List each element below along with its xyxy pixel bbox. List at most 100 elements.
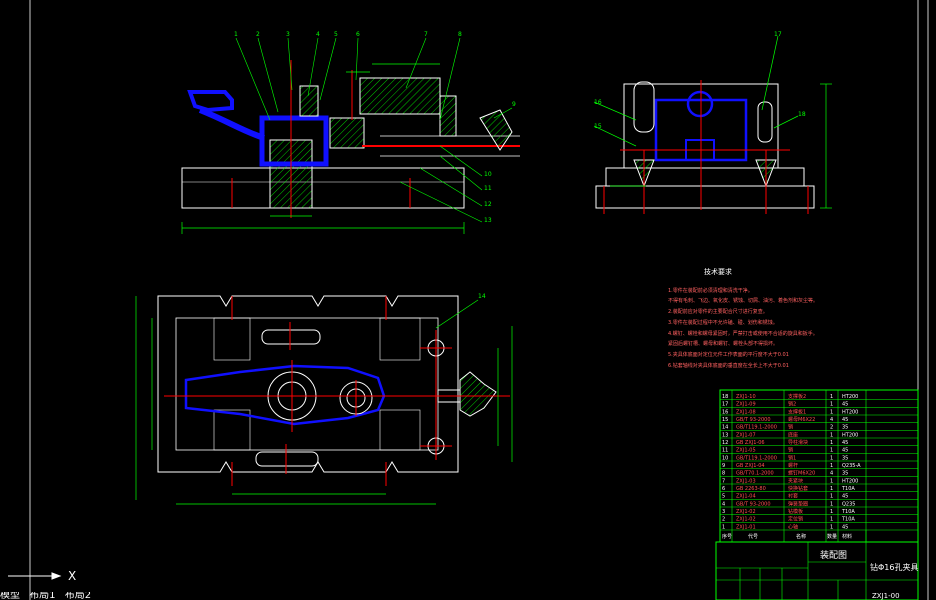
parts-cell-mat: T10A — [841, 517, 855, 523]
parts-cell-code: GB/T 93-2000 — [736, 501, 771, 507]
parts-cell-code: GB/T 93-2000 — [736, 417, 771, 423]
parts-cell-code: GB ZXJ1-04 — [736, 463, 765, 469]
parts-cell-no: 6 — [722, 486, 725, 492]
parts-cell-qty: 1 — [830, 494, 833, 500]
parts-cell-code: ZXJ1-02 — [736, 509, 756, 515]
ucs-icon: X — [8, 569, 76, 583]
front-balloon-2: 2 — [256, 31, 260, 38]
front-balloon-10: 10 — [484, 171, 492, 178]
front-balloon-13: 13 — [484, 217, 492, 224]
parts-cell-qty: 1 — [830, 478, 833, 484]
parts-cell-no: 4 — [722, 501, 725, 507]
parts-cell-no: 18 — [722, 394, 728, 400]
parts-cell-name: 底座 — [788, 431, 798, 438]
front-balloon-9: 9 — [512, 101, 516, 108]
tech-req-line-8: 6.钻套轴线对夹具体底面的垂直度在全长上不大于0.01 — [668, 362, 789, 369]
layout-tab-strip: 模型 布局1 布局2 — [0, 592, 936, 600]
title-part-name: 钻Φ16孔夹具 — [870, 562, 918, 572]
tab-model[interactable]: 模型 — [0, 592, 20, 600]
tech-req-line-7: 5.夹具体底面对定位元件工作表面的平行度不大于0.01 — [668, 351, 789, 358]
parts-cell-no: 15 — [722, 417, 728, 423]
parts-header-code: 代号 — [748, 533, 758, 540]
parts-cell-qty: 1 — [830, 524, 833, 530]
tab-layout-2[interactable]: 布局2 — [65, 592, 91, 600]
parts-cell-mat: 45 — [842, 417, 848, 423]
front-balloon-4: 4 — [316, 31, 320, 38]
front-balloon-11: 11 — [484, 185, 492, 192]
parts-cell-qty: 1 — [830, 394, 833, 400]
parts-cell-name: 弹簧垫圈 — [788, 500, 808, 507]
parts-cell-code: ZXJ1-04 — [736, 494, 756, 500]
parts-cell-name: 导柱滑块 — [788, 439, 808, 446]
parts-cell-code: ZXJ1-05 — [736, 448, 756, 454]
tech-req-line-5: 4.螺钉、螺栓和螺母紧固时，严禁打击或使用不合适的旋具和扳手。 — [668, 330, 818, 337]
ucs-x-label: X — [68, 569, 76, 583]
parts-cell-code: GB/T119.1-2000 — [736, 455, 777, 461]
side-balloon-16: 16 — [594, 99, 602, 106]
parts-cell-mat: 45 — [842, 494, 848, 500]
parts-cell-no: 8 — [722, 471, 725, 477]
parts-cell-qty: 4 — [830, 417, 833, 423]
parts-cell-code: ZXJ1-03 — [736, 478, 756, 484]
top-view: 14 — [135, 293, 513, 505]
parts-cell-name: 销 — [788, 447, 793, 454]
parts-cell-qty: 1 — [830, 501, 833, 507]
tech-req-line-2: 不得有毛刺、飞边、氧化皮、锈蚀、切屑、油污、着色剂和灰尘等。 — [668, 297, 818, 304]
parts-cell-name: 快换钻套 — [788, 485, 808, 492]
parts-cell-mat: Q235-A — [842, 463, 861, 469]
parts-cell-no: 11 — [722, 448, 728, 454]
tab-layout-1[interactable]: 布局1 — [29, 592, 55, 600]
parts-cell-qty: 1 — [830, 509, 833, 515]
title-drawing-type: 装配图 — [820, 549, 847, 561]
parts-header-name: 名称 — [796, 533, 806, 540]
parts-cell-name: 支撑板2 — [788, 393, 806, 400]
parts-cell-name: 螺母M6X22 — [788, 416, 815, 423]
parts-cell-qty: 1 — [830, 455, 833, 461]
parts-cell-name: 螺钉M6X20 — [788, 470, 815, 477]
parts-cell-name: 心轴 — [788, 523, 798, 530]
front-balloon-7: 7 — [424, 31, 428, 38]
parts-cell-code: ZXJ1-08 — [736, 409, 756, 415]
parts-cell-qty: 1 — [830, 440, 833, 446]
parts-cell-qty: 2 — [830, 425, 833, 431]
parts-cell-mat: Q235 — [842, 501, 855, 507]
parts-cell-name: 销 — [788, 424, 793, 431]
parts-cell-mat: T10A — [841, 509, 855, 515]
parts-list: 18 ZXJ1-10 支撑板2 1 HT20017 ZXJ1-09 销2 1 4516 ZXJ1-… — [719, 389, 919, 543]
front-balloon-3: 3 — [286, 31, 290, 38]
parts-cell-qty: 1 — [830, 463, 833, 469]
parts-cell-mat: HT200 — [842, 478, 858, 484]
parts-cell-mat: 45 — [842, 440, 848, 446]
tech-req-line-1: 1.零件在装配前必须清理和清洗干净。 — [668, 287, 753, 294]
tech-req-line-3: 2.装配前应对零件的主要配合尺寸进行复查。 — [668, 308, 768, 315]
parts-cell-code: ZXJ1-01 — [736, 524, 756, 530]
parts-cell-qty: 1 — [830, 517, 833, 523]
parts-cell-name: 衬套 — [788, 493, 798, 500]
parts-cell-no: 7 — [722, 478, 725, 484]
parts-cell-name: 钻模板 — [788, 508, 803, 515]
parts-cell-name: 螺杆 — [788, 462, 798, 469]
side-view: 15 16 17 18 — [593, 31, 832, 214]
cad-drawing-canvas[interactable]: 1 2 3 4 5 6 7 8 9 10 11 12 13 15 16 17 1… — [0, 0, 936, 600]
parts-cell-no: 9 — [722, 463, 725, 469]
parts-cell-name: 定位销 — [788, 516, 803, 523]
front-view: 1 2 3 4 5 6 7 8 9 10 11 12 13 — [181, 31, 520, 234]
parts-cell-no: 12 — [722, 440, 728, 446]
parts-cell-code: GB 2263-80 — [736, 486, 766, 492]
tech-req-line-6: 紧固后螺钉槽、螺母和螺钉、螺栓头部不得损坏。 — [668, 340, 778, 347]
tech-req-line-4: 3.零件在装配过程中不允许磕、碰、划伤和锈蚀。 — [668, 319, 778, 326]
parts-cell-qty: 4 — [830, 471, 833, 477]
parts-cell-qty: 1 — [830, 409, 833, 415]
parts-cell-mat: T10A — [841, 486, 855, 492]
parts-cell-no: 3 — [722, 509, 725, 515]
parts-cell-mat: 35 — [842, 471, 848, 477]
parts-cell-mat: 45 — [842, 402, 848, 408]
parts-cell-mat: HT200 — [842, 409, 858, 415]
title-block: 装配图 钻Φ16孔夹具 ZXJ1-00 — [715, 530, 919, 600]
parts-header-no: 序号 — [722, 533, 732, 540]
parts-cell-no: 2 — [722, 517, 725, 523]
technical-requirements: 技术要求 1.零件在装配前必须清理和清洗干净。 不得有毛刺、飞边、氧化皮、锈蚀、… — [668, 267, 818, 369]
side-balloon-17: 17 — [774, 31, 782, 38]
front-balloon-12: 12 — [484, 201, 492, 208]
parts-cell-name: 支撑板1 — [788, 408, 806, 415]
